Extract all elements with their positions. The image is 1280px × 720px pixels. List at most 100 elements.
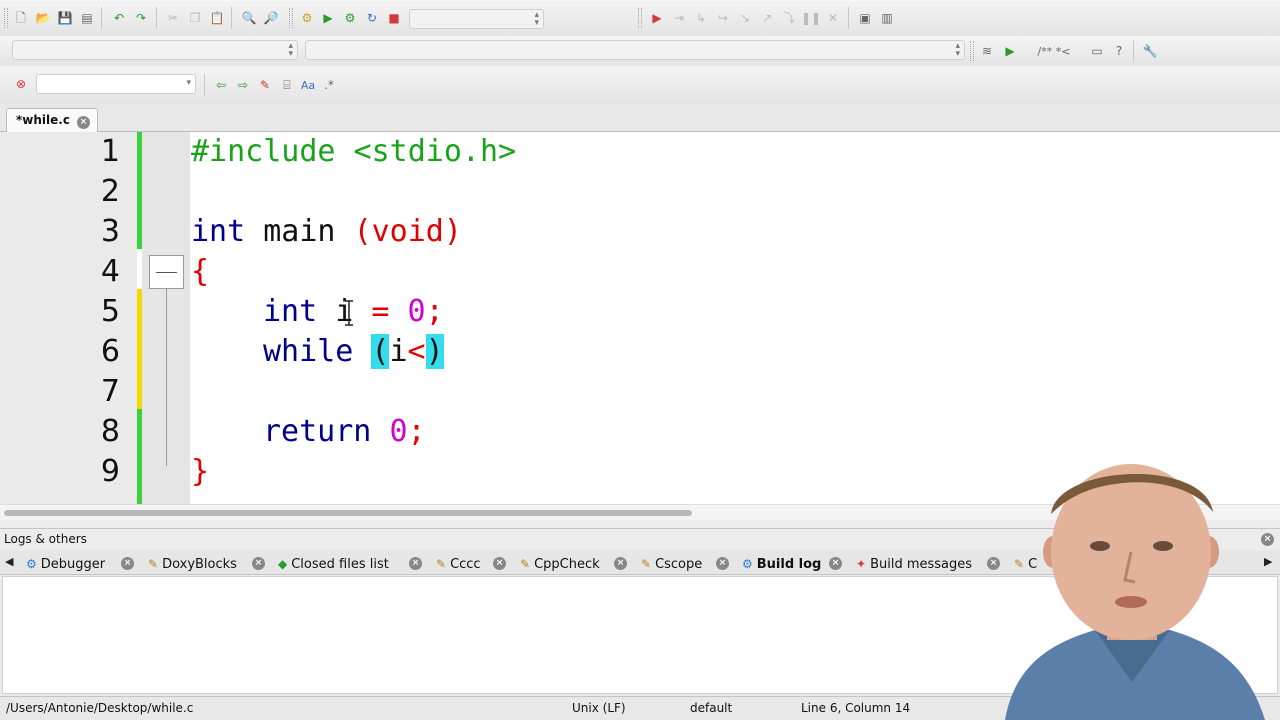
doxy-settings-icon[interactable]: 🔧 [1141,42,1159,60]
step-into-icon[interactable]: ↘ [736,9,754,27]
toolbar-grip[interactable] [970,41,974,61]
webcam-presenter-image [1005,464,1265,720]
step-out-icon[interactable]: ↗ [758,9,776,27]
close-tab-icon[interactable]: × [121,557,134,570]
doxy-run-icon[interactable]: ▶ [1001,42,1019,60]
number-token: 0 [407,294,426,329]
match-case-icon[interactable]: Aa [299,76,317,94]
debugger-icon: ⚙ [26,557,37,571]
toolbar-grip[interactable] [289,8,293,28]
pause-icon[interactable]: ❚❚ [801,9,821,27]
step-into-instruction-icon[interactable]: ⤵ [780,9,798,27]
close-tab-icon[interactable]: × [409,557,422,570]
copy-icon[interactable]: ❐ [186,9,204,27]
tab-label: Build messages [870,556,973,572]
tab-filename: *while.c [16,113,70,127]
save-all-icon[interactable]: ▤ [78,9,96,27]
close-tab-icon[interactable]: × [716,557,729,570]
line-number: 5 [100,294,120,329]
line-number: 4 [100,254,120,289]
tab-cscope[interactable]: ✎ Cscope [641,553,702,575]
pin-icon: ✦ [856,557,867,571]
line-number: 2 [100,174,120,209]
build-and-run-icon[interactable]: ⚙ [341,9,359,27]
abort-icon[interactable]: ■ [385,9,403,27]
scroll-left-icon[interactable]: ◀ [5,555,13,568]
note-icon: ✎ [436,557,447,571]
build-gear-icon[interactable]: ⚙ [298,9,316,27]
tab-cppcheck[interactable]: ✎ CppCheck [520,553,600,575]
build-target-select[interactable]: ▴ ▾ [409,9,544,29]
doxy-html-icon[interactable]: ▭ [1088,42,1106,60]
note-icon: ✎ [148,557,159,571]
replace-icon[interactable]: 🔎 [262,9,280,27]
close-tab-icon[interactable]: × [829,557,842,570]
run-icon[interactable]: ▶ [319,9,337,27]
debug-start-icon[interactable]: ▶ [648,9,666,27]
fold-toggle[interactable] [149,255,184,289]
ibeam-cursor-icon [345,300,353,326]
doxy-help-icon[interactable]: ? [1110,42,1128,60]
next-line-icon[interactable]: ↳ [692,9,710,27]
code-editor[interactable]: 1 2 3 4 5 6 7 8 9 #include <stdio.h> int… [0,132,1280,504]
scrollbar-thumb[interactable] [4,510,692,516]
doxy-comment-icon[interactable]: /** *< [1034,42,1074,60]
paste-icon[interactable]: 📋 [208,9,226,27]
regex-icon[interactable]: .* [320,76,338,94]
tab-closed-files-list[interactable]: ◆ Closed files list [278,553,389,575]
undo-icon[interactable]: ↶ [110,9,128,27]
new-file-icon[interactable]: 🗋 [12,9,30,27]
scope-select[interactable]: ▴ ▾ [12,40,298,60]
tab-debugger[interactable]: ⚙ Debugger [26,553,105,575]
tab-label: Build log [756,556,822,572]
line-number: 9 [100,454,120,489]
cut-icon[interactable]: ✂ [164,9,182,27]
line-number: 8 [100,414,120,449]
selected-text-only-icon[interactable]: ⌸ [278,76,296,94]
tab-while-c[interactable]: *while.c × [6,108,98,133]
close-tab-icon[interactable]: × [614,557,627,570]
status-file-path: /Users/Antonie/Desktop/while.c [6,701,194,715]
highlight-icon[interactable]: ✎ [256,76,274,94]
stop-debug-icon[interactable]: ✕ [824,9,842,27]
redo-icon[interactable]: ↷ [132,9,150,27]
rebuild-icon[interactable]: ↻ [363,9,381,27]
function-select[interactable]: ▴ ▾ [305,40,965,60]
tab-build-log[interactable]: ⚙ Build log [742,553,821,575]
operator-token: ; [425,294,444,329]
tab-label: Cccc [450,556,481,572]
find-previous-icon[interactable]: ⇦ [212,76,230,94]
close-tab-icon[interactable]: × [77,116,90,129]
tab-doxyblocks[interactable]: ✎ DoxyBlocks [148,553,237,575]
debug-windows-icon[interactable]: ▣ [856,9,874,27]
status-eol: Unix (LF) [572,701,626,715]
close-tab-icon[interactable]: × [493,557,506,570]
find-icon[interactable]: 🔍 [240,9,258,27]
save-icon[interactable]: 💾 [56,9,74,27]
editor-tab-strip: *while.c × [0,104,1280,133]
separator [156,7,157,29]
next-instruction-icon[interactable]: ↪ [714,9,732,27]
doxyblocks-icon[interactable]: ≋ [978,42,996,60]
line-number: 1 [100,134,120,169]
arrow-icon: ◆ [278,557,288,571]
close-tab-icon[interactable]: × [252,557,265,570]
tab-build-messages[interactable]: ✦ Build messages [856,553,972,575]
find-next-icon[interactable]: ⇨ [234,76,252,94]
note-icon: ✎ [641,557,652,571]
keyword-token: return [263,414,372,449]
search-input[interactable]: ▾ [36,74,196,94]
clear-search-icon[interactable]: ⊗ [12,75,30,93]
matched-paren-token: ) [425,334,444,369]
open-file-icon[interactable]: 📂 [34,9,52,27]
gear-icon: ⚙ [742,557,753,571]
tab-cccc[interactable]: ✎ Cccc [436,553,481,575]
run-to-cursor-icon[interactable]: ⇥ [670,9,688,27]
preprocessor-token: #include <stdio.h> [191,134,517,169]
toolbar-grip[interactable] [4,8,8,28]
toolbar-grip[interactable] [638,8,642,28]
code-line: } [191,452,209,492]
brace-token: { [191,254,210,289]
note-icon: ✎ [520,557,531,571]
various-info-icon[interactable]: ▥ [878,9,896,27]
